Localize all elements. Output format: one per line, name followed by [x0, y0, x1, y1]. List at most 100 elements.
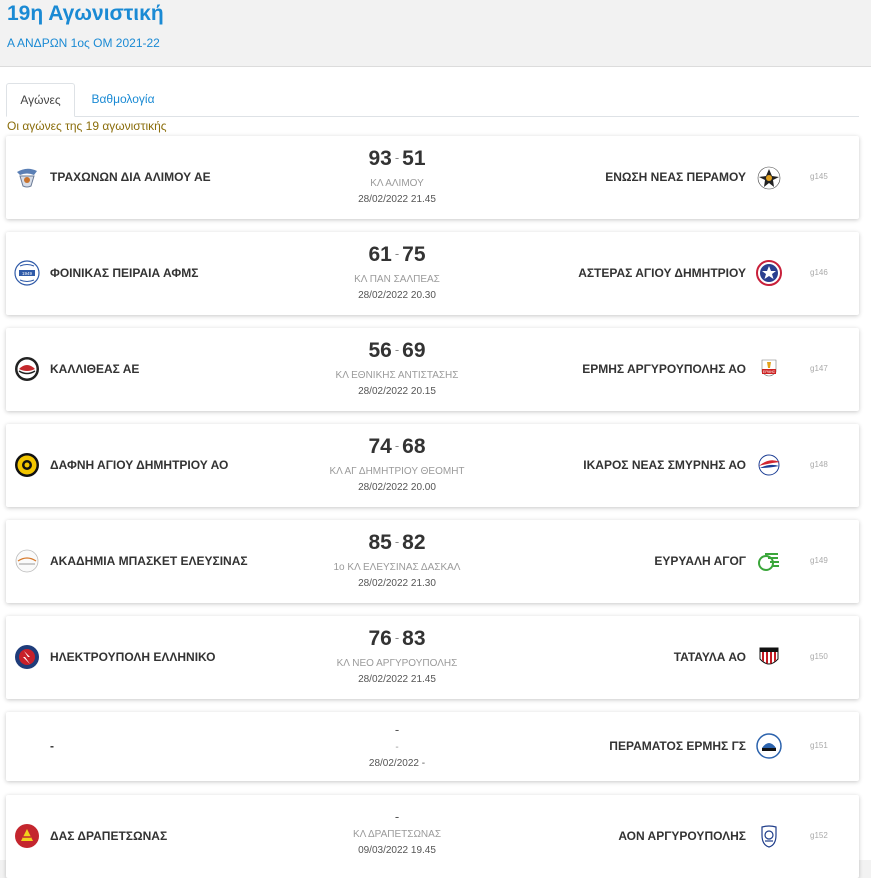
match-datetime: 28/02/2022 21.30: [358, 578, 436, 589]
foinikas-logo-icon[interactable]: [14, 260, 40, 286]
match-card[interactable]: ΗΛΕΚΤΡΟΥΠΟΛΗ ΕΛΛΗΝΙΚΟ 76-83 ΚΛ ΝΕΟ ΑΡΓΥΡΟΥ…: [6, 616, 859, 699]
away-team-name[interactable]: ΑΣΤΕΡΑΣ ΑΓΙΟΥ ΔΗΜΗΤΡΙΟΥ: [578, 266, 746, 280]
home-score: 76: [368, 627, 392, 650]
match-datetime: 28/02/2022 21.45: [358, 674, 436, 685]
match-code: g145: [810, 172, 828, 181]
match-result[interactable]: 93-51 ΚΛ ΑΛΙΜΟΥ 28/02/2022 21.45: [257, 146, 537, 206]
away-score: 51: [402, 147, 426, 170]
tab-standings[interactable]: Βαθμολογία: [78, 83, 168, 115]
match-result[interactable]: 85-82 1ο ΚΛ ΕΛΕΥΣΙΝΑΣ ΔΑΣΚΑΛ 28/02/2022 21…: [257, 530, 537, 590]
match-result[interactable]: 76-83 ΚΛ ΝΕΟ ΑΡΓΥΡΟΥΠΟΛΗΣ 28/02/2022 21.45: [257, 626, 537, 686]
venue: ΚΛ ΕΘΝΙΚΗΣ ΑΝΤΙΣΤΑΣΗΣ: [335, 370, 459, 381]
ikaros-logo-icon[interactable]: [756, 452, 782, 478]
match-datetime: 28/02/2022 20.15: [358, 386, 436, 397]
drapetsona-logo-icon[interactable]: [14, 823, 40, 849]
score: 56-69: [257, 338, 537, 366]
score: 93-51: [257, 146, 537, 174]
score: 76-83: [257, 626, 537, 654]
perama-logo-icon[interactable]: [756, 164, 782, 190]
match-code: g152: [810, 831, 828, 840]
away-team-name[interactable]: ΤΑΤΑΥΛΑ ΑΟ: [674, 650, 746, 664]
home-team-name[interactable]: ΦΟΙΝΙΚΑΣ ΠΕΙΡΑΙΑ ΑΦΜΣ: [50, 266, 198, 280]
away-team-name[interactable]: ΕΝΩΣΗ ΝΕΑΣ ΠΕΡΑΜΟΥ: [605, 170, 746, 184]
away-score: 69: [402, 339, 426, 362]
away-team-name[interactable]: ΕΥΡΥΑΛΗ ΑΓΟΓ: [654, 554, 746, 568]
match-datetime: 28/02/2022 21.45: [358, 194, 436, 205]
home-team-name[interactable]: ΚΑΛΛΙΘΕΑΣ ΑΕ: [50, 362, 139, 376]
away-team-name[interactable]: ΑΟΝ ΑΡΓΥΡΟΥΠΟΛΗΣ: [618, 829, 746, 843]
away-team-name[interactable]: ΙΚΑΡΟΣ ΝΕΑΣ ΣΜΥΡΝΗΣ ΑΟ: [583, 458, 746, 472]
match-datetime: 28/02/2022 20.00: [358, 482, 436, 493]
match-card[interactable]: ΔΑΦΝΗ ΑΓΙΟΥ ΔΗΜΗΤΡΙΟΥ ΑΟ 74-68 ΚΛ ΑΓ ΔΗΜΗΤ…: [6, 424, 859, 507]
score-separator: -: [394, 438, 400, 453]
venue: -: [395, 742, 399, 753]
home-team-name[interactable]: -: [50, 739, 54, 753]
home-score: 61: [368, 243, 392, 266]
match-result[interactable]: - ΚΛ ΔΡΑΠΕΤΣΩΝΑΣ 09/03/2022 19.45: [257, 805, 537, 857]
peramatos-logo-icon[interactable]: [756, 733, 782, 759]
home-score: 56: [368, 339, 392, 362]
match-code: g146: [810, 268, 828, 277]
venue: ΚΛ ΠΑΝ ΣΑΛΠΕΑΣ: [354, 274, 440, 285]
tab-matches[interactable]: Αγώνες: [6, 83, 75, 117]
away-score: 75: [402, 243, 426, 266]
home-score: 85: [368, 531, 392, 554]
match-datetime: 28/02/2022 20.30: [358, 290, 436, 301]
score-placeholder: -: [394, 809, 400, 824]
matches-caption: Οι αγώνες της 19 αγωνιστικής: [7, 119, 167, 133]
match-card[interactable]: - - - 28/02/2022 - ΠΕΡΑΜΑΤΟΣ ΕΡΜΗΣ ΓΣ g151: [6, 712, 859, 781]
home-team-name[interactable]: ΔΑΣ ΔΡΑΠΕΤΣΩΝΑΣ: [50, 829, 167, 843]
tab-bar: Αγώνες Βαθμολογία: [6, 83, 859, 117]
trachones-logo-icon[interactable]: [14, 164, 40, 190]
akadimia-logo-icon[interactable]: [14, 548, 40, 574]
venue: ΚΛ ΝΕΟ ΑΡΓΥΡΟΥΠΟΛΗΣ: [336, 658, 458, 669]
score: 74-68: [257, 434, 537, 462]
match-datetime: 09/03/2022 19.45: [358, 845, 436, 856]
match-result[interactable]: - - 28/02/2022 -: [257, 722, 537, 770]
match-datetime: 28/02/2022 -: [368, 758, 426, 769]
score: 61-75: [257, 242, 537, 270]
page-header: 19η Αγωνιστική Α ΑΝΔΡΩΝ 1ος ΟΜ 2021-22: [0, 0, 871, 67]
home-team-name[interactable]: ΗΛΕΚΤΡΟΥΠΟΛΗ ΕΛΛΗΝΙΚΟ: [50, 650, 216, 664]
page-title: 19η Αγωνιστική: [7, 2, 164, 25]
home-score: 93: [368, 147, 392, 170]
tataula-logo-icon[interactable]: [756, 644, 782, 670]
away-team-name[interactable]: ΠΕΡΑΜΑΤΟΣ ΕΡΜΗΣ ΓΣ: [609, 739, 746, 753]
away-team-name[interactable]: ΕΡΜΗΣ ΑΡΓΥΡΟΥΠΟΛΗΣ ΑΟ: [582, 362, 746, 376]
match-code: g147: [810, 364, 828, 373]
dafni-logo-icon[interactable]: [14, 452, 40, 478]
score: 85-82: [257, 530, 537, 558]
match-card[interactable]: ΚΑΛΛΙΘΕΑΣ ΑΕ 56-69 ΚΛ ΕΘΝΙΚΗΣ ΑΝΤΙΣΤΑΣΗΣ 28…: [6, 328, 859, 411]
ilektroupoli-logo-icon[interactable]: [14, 644, 40, 670]
venue: ΚΛ ΑΛΙΜΟΥ: [370, 178, 424, 189]
evryali-logo-icon[interactable]: [756, 548, 782, 574]
score-separator: -: [394, 630, 400, 645]
match-card[interactable]: ΦΟΙΝΙΚΑΣ ΠΕΙΡΑΙΑ ΑΦΜΣ 61-75 ΚΛ ΠΑΝ ΣΑΛΠΕΑΣ…: [6, 232, 859, 315]
match-card[interactable]: ΤΡΑΧΩΝΩΝ ΔΙΑ ΑΛΙΜΟΥ ΑΕ 93-51 ΚΛ ΑΛΙΜΟΥ 28/0…: [6, 136, 859, 219]
match-code: g148: [810, 460, 828, 469]
match-card[interactable]: ΑΚΑΔΗΜΙΑ ΜΠΑΣΚΕΤ ΕΛΕΥΣΙΝΑΣ 85-82 1ο ΚΛ ΕΛΕ…: [6, 520, 859, 603]
score-separator: -: [394, 246, 400, 261]
away-score: 83: [402, 627, 426, 650]
match-result[interactable]: 56-69 ΚΛ ΕΘΝΙΚΗΣ ΑΝΤΙΣΤΑΣΗΣ 28/02/2022 20.…: [257, 338, 537, 398]
score-separator: -: [394, 150, 400, 165]
venue: 1ο ΚΛ ΕΛΕΥΣΙΝΑΣ ΔΑΣΚΑΛ: [333, 562, 461, 573]
home-team-name[interactable]: ΤΡΑΧΩΝΩΝ ΔΙΑ ΑΛΙΜΟΥ ΑΕ: [50, 170, 211, 184]
home-team-name[interactable]: ΔΑΦΝΗ ΑΓΙΟΥ ΔΗΜΗΤΡΙΟΥ ΑΟ: [50, 458, 228, 472]
match-card[interactable]: ΔΑΣ ΔΡΑΠΕΤΣΩΝΑΣ - ΚΛ ΔΡΑΠΕΤΣΩΝΑΣ 09/03/2022…: [6, 795, 859, 878]
home-team-name[interactable]: ΑΚΑΔΗΜΙΑ ΜΠΑΣΚΕΤ ΕΛΕΥΣΙΝΑΣ: [50, 554, 248, 568]
score-separator: -: [394, 534, 400, 549]
match-result[interactable]: 74-68 ΚΛ ΑΓ ΔΗΜΗΤΡΙΟΥ ΘΕΟΜΗΤ 28/02/2022 20…: [257, 434, 537, 494]
venue: ΚΛ ΑΓ ΔΗΜΗΤΡΙΟΥ ΘΕΟΜΗΤ: [329, 466, 465, 477]
match-result[interactable]: 61-75 ΚΛ ΠΑΝ ΣΑΛΠΕΑΣ 28/02/2022 20.30: [257, 242, 537, 302]
aon-logo-icon[interactable]: [756, 823, 782, 849]
kallithea-logo-icon[interactable]: [14, 356, 40, 382]
page-subtitle: Α ΑΝΔΡΩΝ 1ος ΟΜ 2021-22: [7, 36, 160, 50]
away-score: 82: [402, 531, 426, 554]
score-placeholder: -: [394, 722, 400, 737]
match-code: g151: [810, 741, 828, 750]
away-score: 68: [402, 435, 426, 458]
venue: ΚΛ ΔΡΑΠΕΤΣΩΝΑΣ: [352, 829, 442, 840]
ermis-logo-icon[interactable]: [756, 356, 782, 382]
asteras-logo-icon[interactable]: [756, 260, 782, 286]
